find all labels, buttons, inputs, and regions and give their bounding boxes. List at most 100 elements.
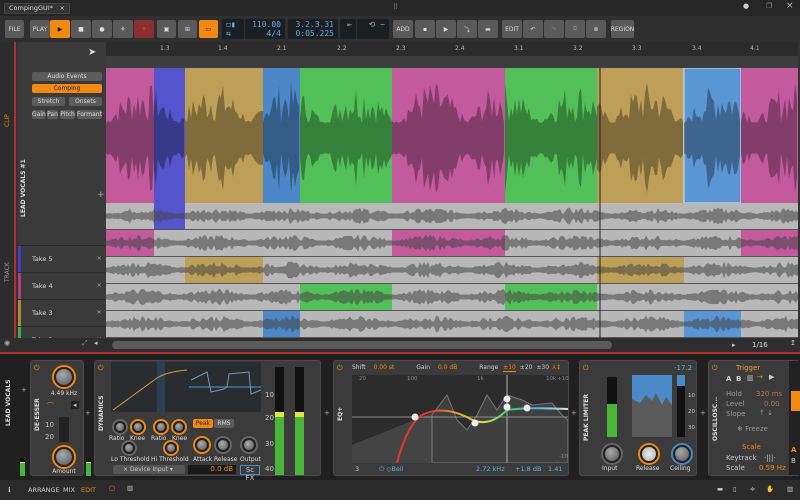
copy-button[interactable]: ⧉	[565, 20, 585, 38]
band-node-4[interactable]	[503, 395, 511, 403]
hand-icon[interactable]: ✋	[766, 485, 774, 493]
scale-value[interactable]: 0.59 Hz	[759, 464, 786, 472]
add-device-icon[interactable]: +	[85, 409, 91, 417]
loop-button[interactable]: ⟲ ~	[357, 19, 389, 39]
output-knob[interactable]	[242, 438, 256, 452]
rms-button[interactable]: RMS	[214, 419, 234, 428]
band-node-5[interactable]	[471, 419, 479, 427]
play-menu-button[interactable]: PLAY	[30, 20, 50, 38]
trigger-play-icon[interactable]: ▶	[769, 373, 774, 381]
threshold-slider[interactable]	[59, 417, 69, 442]
band-node-6[interactable]	[411, 413, 419, 421]
delete-take-icon[interactable]: ×	[97, 254, 102, 262]
band-q[interactable]: 1.41	[548, 464, 562, 475]
region-button[interactable]: REGION	[611, 20, 634, 38]
delete-take-icon[interactable]: ×	[97, 281, 102, 289]
sidechain-fx-button[interactable]: Sc FX	[240, 465, 260, 482]
shift-value[interactable]: 0.00 st	[374, 364, 395, 371]
band-frequency[interactable]: 2.72 kHz	[476, 464, 505, 475]
add-device-icon[interactable]: +	[571, 409, 577, 417]
delete-button[interactable]: ⊗	[586, 20, 606, 38]
hi-threshold-knob[interactable]	[165, 442, 177, 454]
close-tab-icon[interactable]: ×	[60, 4, 65, 13]
audio-events-button[interactable]: Audio Events	[32, 72, 102, 81]
play-marker-icon[interactable]: ▸	[732, 341, 736, 349]
position-display[interactable]: 3.2.3.31 0:05.225	[288, 19, 338, 39]
pitch-button[interactable]: Pitch	[60, 110, 75, 119]
add-button[interactable]: ADD	[393, 20, 413, 38]
range-30[interactable]: ±30	[536, 364, 549, 371]
info-icon[interactable]: ℹ	[8, 486, 10, 494]
file-button[interactable]: FILE	[5, 20, 24, 38]
lo-knee-knob[interactable]	[132, 421, 144, 433]
redo-button[interactable]: ↷	[544, 20, 564, 38]
time-signature[interactable]: 4/4	[267, 29, 281, 38]
attack-knob[interactable]	[195, 438, 209, 452]
take-header[interactable]: Take 5 ×	[18, 245, 106, 272]
tempo[interactable]: 110.00	[252, 20, 281, 29]
slope-up-icon[interactable]: ↑ ↓	[759, 409, 773, 417]
browser-icon[interactable]: ▬	[717, 485, 723, 493]
pan-button[interactable]: Pan	[47, 110, 58, 119]
record-button[interactable]: ●	[92, 20, 112, 38]
trigger-a-button[interactable]: A	[726, 375, 731, 383]
hi-knee-knob[interactable]	[173, 421, 185, 433]
timeline-lane[interactable]	[106, 56, 798, 68]
arm-button[interactable]: +	[134, 20, 154, 38]
sidechain-gain[interactable]: 0.0 dB	[188, 465, 236, 474]
filter-shape-icon[interactable]: ⌒	[47, 401, 54, 411]
ceiling-knob[interactable]	[673, 445, 691, 463]
add-device-icon[interactable]: +	[21, 386, 27, 394]
analyzer-icon[interactable]: ⅄↕	[552, 364, 561, 371]
gain-button[interactable]: Gain	[32, 110, 46, 119]
comping-button[interactable]: Comping	[32, 84, 102, 93]
grid-menu-icon[interactable]: ⠿	[393, 3, 398, 11]
transfer-curve-graph[interactable]	[111, 362, 189, 412]
clip-tab[interactable]: CLIP	[4, 114, 11, 127]
stretch-button[interactable]: Stretch	[32, 97, 65, 106]
eq-graph[interactable]	[352, 375, 568, 463]
file-icon[interactable]: ▯	[733, 485, 737, 493]
link-icon[interactable]: ⤢	[82, 339, 88, 348]
overdub-button[interactable]: ▣	[157, 20, 176, 38]
track-tab[interactable]: TRACK	[4, 262, 11, 282]
peak-button[interactable]: Peak	[193, 419, 213, 428]
lo-ratio-knob[interactable]	[114, 421, 126, 433]
arrange-tab[interactable]: ARRANGE	[28, 486, 60, 494]
metronome-display[interactable]: ◻▮ ⇆	[222, 19, 244, 39]
add-device-icon[interactable]: +	[324, 409, 330, 417]
close-window-icon[interactable]: ×	[786, 1, 794, 11]
level-value[interactable]: 0.00	[764, 400, 780, 408]
tempo-display[interactable]: 110.00 4/4	[245, 19, 285, 39]
power-icon[interactable]: ⏻	[583, 364, 589, 373]
power-icon[interactable]: ⏻	[34, 364, 40, 373]
take-header[interactable]: Take 3 ×	[18, 299, 106, 326]
horizontal-scrollbar[interactable]	[112, 341, 612, 349]
formant-button[interactable]: Formant	[77, 110, 102, 119]
play-button[interactable]: ▶	[50, 20, 70, 38]
trigger-b-button[interactable]: B	[736, 375, 741, 383]
piano-icon[interactable]: ▥	[787, 485, 793, 493]
add-icon[interactable]: +	[97, 190, 105, 200]
range-10[interactable]: ±10	[503, 364, 516, 372]
lo-threshold-knob[interactable]	[123, 442, 135, 454]
mix-tab[interactable]: MIX	[63, 486, 75, 494]
frequency-knob[interactable]	[54, 367, 74, 387]
take-header[interactable]: Take 4 ×	[18, 272, 106, 299]
undo-button[interactable]: ↶	[523, 20, 543, 38]
gain-value[interactable]: 0.0 dB	[438, 364, 457, 371]
grid-select[interactable]: 1/16	[752, 341, 768, 349]
band-type-select[interactable]: ◇Bell	[386, 465, 403, 473]
project-tab[interactable]: CompingGUI* ×	[4, 3, 70, 14]
trigger-arrow-icon[interactable]: →	[757, 373, 763, 381]
input-knob[interactable]	[603, 445, 621, 463]
power-icon[interactable]: ⏻	[712, 364, 718, 373]
band-power-icon[interactable]: ⏻	[379, 465, 384, 473]
hold-value[interactable]: 320 ms	[756, 390, 782, 398]
comp-waveforms[interactable]	[106, 68, 798, 338]
release-knob[interactable]	[640, 445, 658, 463]
stop-button[interactable]: ■	[71, 20, 91, 38]
range-20[interactable]: ±20	[520, 364, 533, 371]
band-node-3[interactable]	[503, 403, 511, 411]
save-button[interactable]: ▪	[415, 20, 435, 38]
